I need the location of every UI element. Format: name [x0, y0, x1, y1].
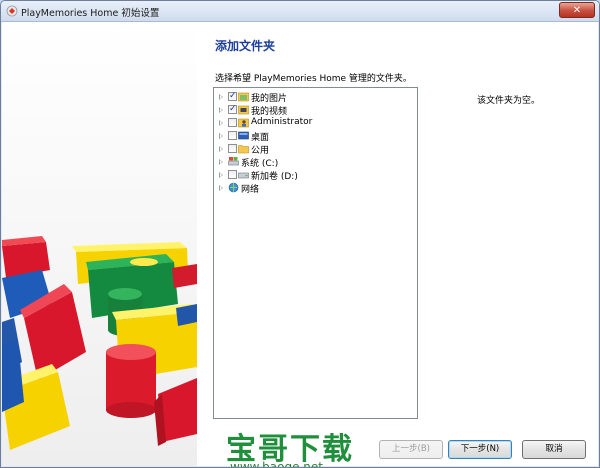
expand-arrow-icon[interactable] — [219, 146, 223, 152]
expand-arrow-icon[interactable] — [219, 120, 223, 126]
app-icon — [6, 5, 18, 17]
window-title: PlayMemories Home 初始设置 — [21, 8, 160, 19]
folder-checkbox[interactable] — [228, 144, 237, 153]
system-drive-icon — [228, 157, 239, 166]
pictures-folder-icon — [238, 92, 249, 102]
decorative-blocks-image — [2, 22, 197, 466]
tree-item-label: 系统 (C:) — [241, 159, 279, 169]
back-button[interactable]: 上一步(B) — [379, 440, 443, 459]
page-heading: 添加文件夹 — [215, 39, 276, 53]
tree-item-label: Administrator — [251, 117, 313, 127]
folder-tree[interactable]: ✓ 我的图片 ✓ 我的视频 Administrator 桌面 公用 系统 (C:… — [213, 87, 418, 419]
videos-folder-icon — [238, 105, 249, 115]
tree-item-label: 桌面 — [251, 133, 270, 143]
setup-window: PlayMemories Home 初始设置 ✕ 添加文件夹 选择希望 Play… — [0, 0, 600, 468]
tree-item[interactable]: ✓ 我的图片 — [214, 91, 414, 104]
folder-status-text: 该文件夹为空。 — [477, 96, 541, 106]
cancel-button[interactable]: 取消 — [522, 440, 586, 459]
title-bar: PlayMemories Home 初始设置 ✕ — [1, 1, 599, 22]
expand-arrow-icon[interactable] — [219, 107, 223, 113]
close-icon: ✕ — [572, 5, 582, 16]
tree-item-label: 网络 — [241, 185, 260, 195]
tree-item[interactable]: ✓ 我的视频 — [214, 104, 414, 117]
next-button[interactable]: 下一步(N) — [448, 440, 512, 459]
tree-item-label: 我的视频 — [251, 107, 288, 117]
tree-item[interactable]: Administrator — [214, 117, 414, 130]
expand-arrow-icon[interactable] — [219, 94, 223, 100]
expand-arrow-icon[interactable] — [219, 185, 223, 191]
instruction-text: 选择希望 PlayMemories Home 管理的文件夹。 — [215, 74, 412, 84]
desktop-icon — [238, 131, 249, 140]
tree-item[interactable]: 网络 — [214, 182, 414, 195]
folder-checkbox[interactable] — [228, 131, 237, 140]
tree-item[interactable]: 公用 — [214, 143, 414, 156]
client-area: 添加文件夹 选择希望 PlayMemories Home 管理的文件夹。 ✓ 我… — [2, 22, 598, 468]
user-folder-icon — [238, 118, 249, 128]
watermark-url: www.baoge.net — [230, 460, 323, 468]
folder-icon — [238, 145, 249, 154]
expand-arrow-icon[interactable] — [219, 159, 223, 165]
folder-checkbox[interactable]: ✓ — [228, 92, 237, 101]
network-icon — [228, 182, 239, 193]
expand-arrow-icon[interactable] — [219, 133, 223, 139]
tree-item[interactable]: 新加卷 (D:) — [214, 169, 414, 182]
tree-item[interactable]: 系统 (C:) — [214, 156, 414, 169]
folder-checkbox[interactable]: ✓ — [228, 105, 237, 114]
tree-item-label: 我的图片 — [251, 94, 288, 104]
folder-checkbox[interactable] — [228, 170, 237, 179]
tree-item[interactable]: 桌面 — [214, 130, 414, 143]
expand-arrow-icon[interactable] — [219, 172, 223, 178]
tree-item-label: 公用 — [251, 146, 270, 156]
close-button[interactable]: ✕ — [559, 2, 595, 18]
drive-icon — [238, 172, 249, 179]
folder-checkbox[interactable] — [228, 118, 237, 127]
tree-item-label: 新加卷 (D:) — [251, 172, 298, 182]
